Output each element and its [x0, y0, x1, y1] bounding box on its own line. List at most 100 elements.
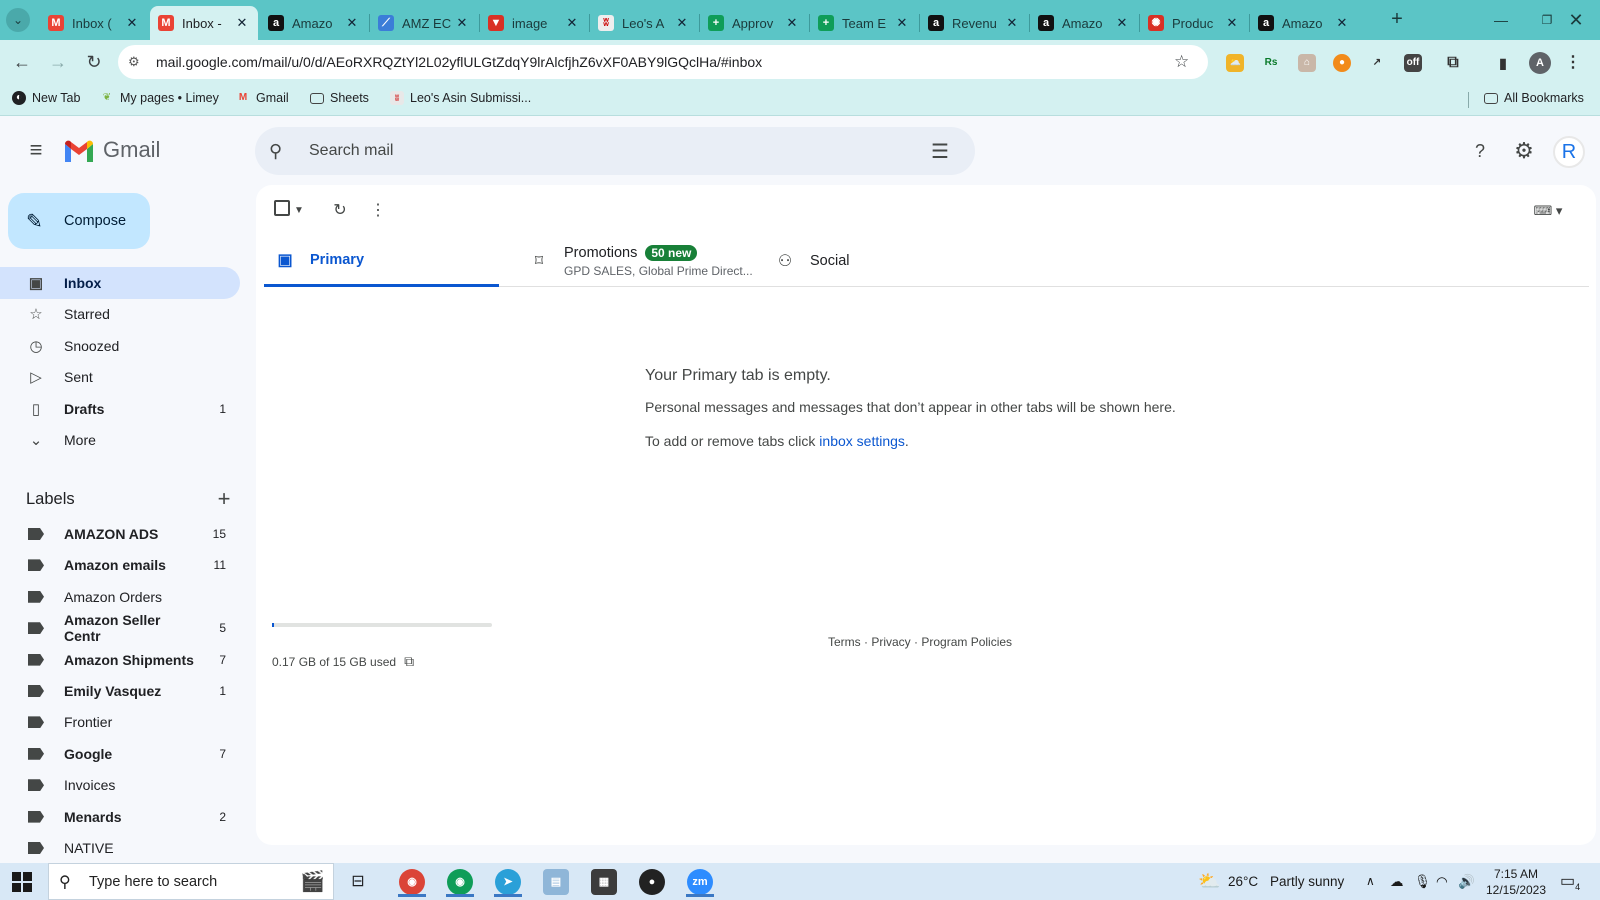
- telegram-app-icon[interactable]: ➤: [488, 867, 528, 897]
- browser-tab[interactable]: + Team E ✕: [810, 6, 918, 40]
- tray-expand-icon[interactable]: ∧: [1366, 863, 1375, 900]
- address-bar[interactable]: ⚙ mail.google.com/mail/u/0/d/AEoRXRQZtYl…: [118, 45, 1208, 79]
- chrome-app-icon[interactable]: ◉: [392, 867, 432, 897]
- select-all-checkbox[interactable]: [274, 200, 290, 216]
- wifi-icon[interactable]: ◠: [1436, 863, 1448, 900]
- browser-tab[interactable]: a Amazo ✕: [1030, 6, 1138, 40]
- bookmark-sheets-folder[interactable]: Sheets: [310, 91, 369, 105]
- browser-tab[interactable]: ▼ image ✕: [480, 6, 588, 40]
- taskbar-search[interactable]: ⚲ Type here to search 🎬: [48, 863, 334, 900]
- site-info-icon[interactable]: ⚙: [128, 54, 148, 70]
- gmail-logo[interactable]: Gmail: [63, 137, 160, 163]
- search-icon[interactable]: ⚲: [269, 141, 293, 162]
- program-policies-link[interactable]: Program Policies: [921, 635, 1012, 649]
- close-tab-icon[interactable]: ✕: [1004, 15, 1020, 31]
- extension-rs-icon[interactable]: Rs: [1262, 54, 1280, 72]
- close-tab-icon[interactable]: ✕: [674, 15, 690, 31]
- refresh-icon[interactable]: ↻: [326, 197, 354, 225]
- close-tab-icon[interactable]: ✕: [234, 15, 250, 31]
- chrome-profile-app-icon[interactable]: ◉: [440, 867, 480, 897]
- close-tab-icon[interactable]: ✕: [1224, 15, 1240, 31]
- close-tab-icon[interactable]: ✕: [344, 15, 360, 31]
- profile-icon[interactable]: A: [1529, 52, 1551, 74]
- notifications-icon[interactable]: ▭4: [1560, 863, 1580, 900]
- label-item[interactable]: NATIVE: [0, 832, 240, 864]
- zoom-app-icon[interactable]: zm: [680, 867, 720, 897]
- inbox-settings-link[interactable]: inbox settings: [819, 433, 905, 449]
- close-tab-icon[interactable]: ✕: [894, 15, 910, 31]
- bookmark-my-pages[interactable]: ❦ My pages • Limey: [100, 91, 219, 105]
- select-dropdown-icon[interactable]: ▼: [292, 197, 306, 225]
- browser-menu-icon[interactable]: ⋮: [1564, 54, 1582, 72]
- reload-button[interactable]: ↻: [80, 48, 108, 76]
- add-label-icon[interactable]: +: [212, 486, 236, 512]
- tab-primary[interactable]: ▣ Primary: [264, 235, 499, 287]
- task-view-icon[interactable]: ⊟: [338, 867, 378, 897]
- sidebar-item-more[interactable]: ⌄ More: [0, 424, 240, 456]
- volume-icon[interactable]: 🔊: [1458, 863, 1475, 900]
- label-item[interactable]: Amazon Seller Centr 5: [0, 612, 240, 644]
- obs-app-icon[interactable]: ●: [632, 867, 672, 897]
- extension-1-icon[interactable]: ⛅: [1226, 54, 1244, 72]
- open-in-new-icon[interactable]: ⧉: [404, 653, 414, 670]
- new-tab-button[interactable]: +: [1385, 8, 1409, 32]
- compose-button[interactable]: ✎ Compose: [8, 193, 150, 249]
- extension-off-icon[interactable]: off: [1404, 54, 1422, 72]
- all-bookmarks[interactable]: All Bookmarks: [1484, 91, 1584, 105]
- sidebar-item-snoozed[interactable]: ◷ Snoozed: [0, 330, 240, 362]
- windows-start-icon[interactable]: [12, 872, 32, 892]
- label-item[interactable]: Google 7: [0, 738, 240, 770]
- cloud-sync-icon[interactable]: ☁: [1390, 863, 1404, 900]
- help-icon[interactable]: ?: [1466, 137, 1494, 165]
- label-item[interactable]: Amazon emails 11: [0, 549, 240, 581]
- extension-5-icon[interactable]: ↗: [1368, 54, 1386, 72]
- main-menu-icon[interactable]: ≡: [22, 137, 50, 165]
- label-item[interactable]: Amazon Orders: [0, 581, 240, 613]
- label-item[interactable]: Invoices: [0, 769, 240, 801]
- sidebar-item-drafts[interactable]: ▯ Drafts 1: [0, 393, 240, 425]
- weather-temperature[interactable]: 26°C: [1228, 863, 1258, 900]
- taskbar-clock[interactable]: 7:15 AM 12/15/2023: [1478, 866, 1554, 898]
- back-button[interactable]: ←: [8, 48, 36, 76]
- close-tab-icon[interactable]: ✕: [1334, 15, 1350, 31]
- bookmark-gmail[interactable]: M Gmail: [236, 91, 289, 105]
- side-panel-icon[interactable]: ▮: [1494, 54, 1512, 72]
- sidebar-item-inbox[interactable]: ▣ Inbox: [0, 267, 240, 299]
- taskbar-search-input[interactable]: Type here to search: [89, 874, 217, 890]
- search-options-icon[interactable]: ☰: [925, 139, 955, 164]
- search-bar[interactable]: ⚲ Search mail ☰: [255, 127, 975, 175]
- settings-gear-icon[interactable]: ⚙: [1510, 137, 1538, 165]
- more-options-icon[interactable]: ⋮: [364, 197, 392, 225]
- browser-tab[interactable]: + Approv ✕: [700, 6, 808, 40]
- extension-3-icon[interactable]: ⌂: [1298, 54, 1316, 72]
- bookmark-star-icon[interactable]: ☆: [1174, 52, 1198, 72]
- browser-tab[interactable]: ʬ Leo's A ✕: [590, 6, 698, 40]
- sidebar-item-starred[interactable]: ☆ Starred: [0, 298, 240, 330]
- sidebar-item-sent[interactable]: ▷ Sent: [0, 361, 240, 393]
- close-tab-icon[interactable]: ✕: [564, 15, 580, 31]
- tab-social[interactable]: ⚇ Social: [764, 235, 999, 287]
- tab-promotions[interactable]: ⌑ Promotions 50 new GPD SALES, Global Pr…: [518, 235, 753, 287]
- extension-4-icon[interactable]: ●: [1333, 54, 1351, 72]
- label-item[interactable]: Frontier: [0, 706, 240, 738]
- close-window-button[interactable]: ✕: [1554, 6, 1598, 34]
- close-tab-icon[interactable]: ✕: [784, 15, 800, 31]
- browser-tab[interactable]: ⟋ AMZ EC ✕: [370, 6, 478, 40]
- close-tab-icon[interactable]: ✕: [454, 15, 470, 31]
- label-item[interactable]: Menards 2: [0, 801, 240, 833]
- browser-tab[interactable]: ✺ Produc ✕: [1140, 6, 1248, 40]
- calculator-app-icon[interactable]: ▦: [584, 867, 624, 897]
- bookmark-leos[interactable]: ʬ Leo's Asin Submissi...: [390, 91, 531, 105]
- browser-tab[interactable]: M Inbox (✕: [40, 6, 148, 40]
- extensions-puzzle-icon[interactable]: ⧉: [1444, 54, 1462, 72]
- privacy-link[interactable]: Privacy: [871, 635, 910, 649]
- label-item[interactable]: Amazon Shipments 7: [0, 644, 240, 676]
- input-tools-icon[interactable]: ⌨ ▾: [1528, 197, 1568, 225]
- weather-description[interactable]: Partly sunny: [1270, 863, 1344, 900]
- bookmark-new-tab[interactable]: ◐ New Tab: [12, 91, 80, 105]
- notes-app-icon[interactable]: ▤: [536, 867, 576, 897]
- browser-tab[interactable]: a Revenu ✕: [920, 6, 1028, 40]
- terms-link[interactable]: Terms: [828, 635, 861, 649]
- label-item[interactable]: Emily Vasquez 1: [0, 675, 240, 707]
- label-item[interactable]: AMAZON ADS 15: [0, 518, 240, 550]
